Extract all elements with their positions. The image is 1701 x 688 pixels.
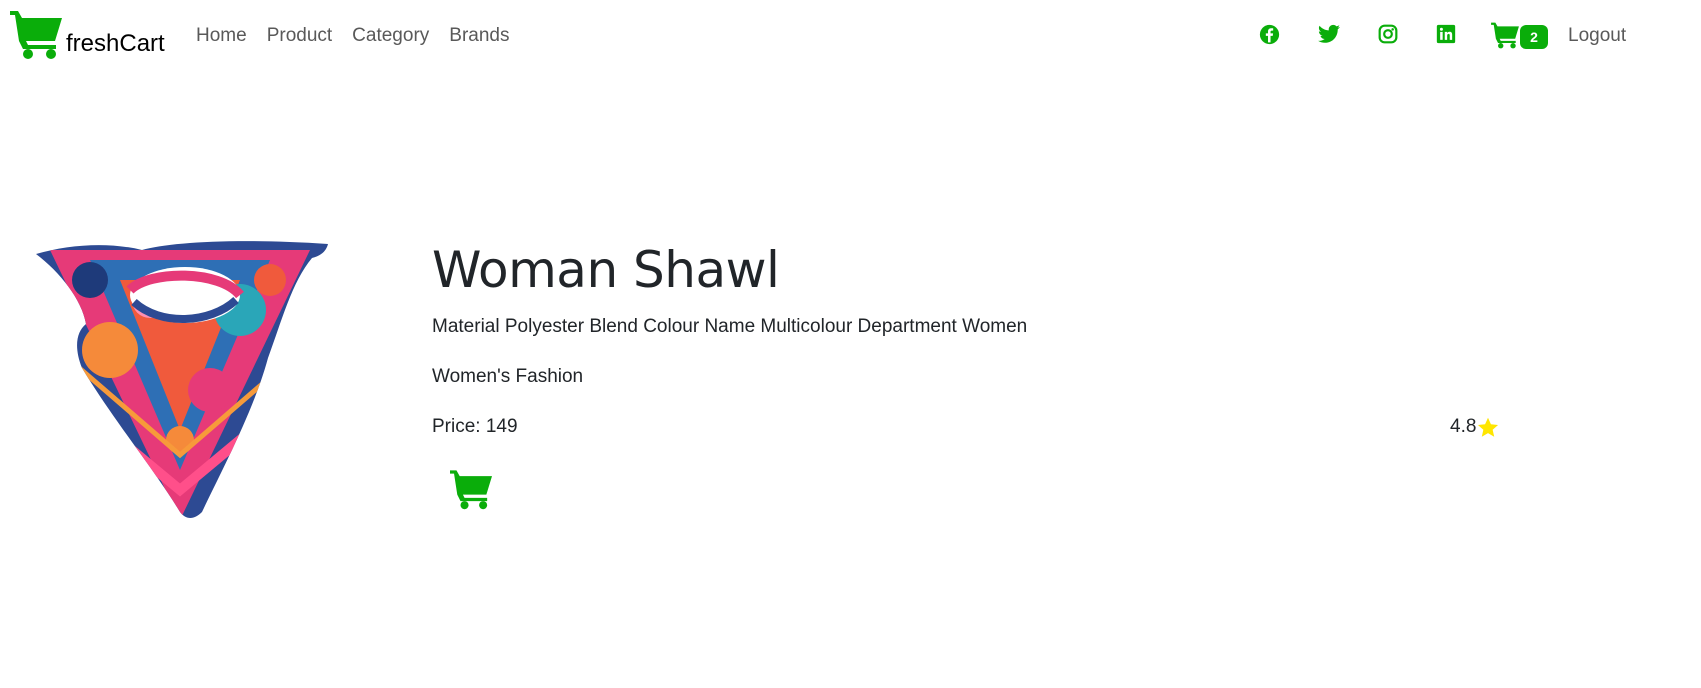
cart-count-badge: 2	[1520, 25, 1548, 49]
cart-icon	[10, 11, 62, 59]
brand-logo[interactable]: freshCart	[8, 8, 165, 60]
product-description: Material Polyester Blend Colour Name Mul…	[432, 316, 1028, 337]
nav-link-category[interactable]: Category	[352, 22, 429, 50]
nav-link-home[interactable]: Home	[196, 22, 247, 50]
nav-link-product[interactable]: Product	[267, 22, 332, 50]
brand-name: freshCart	[66, 30, 165, 57]
cart-icon	[1491, 22, 1519, 49]
instagram-icon[interactable]	[1376, 22, 1400, 46]
facebook-icon[interactable]	[1257, 22, 1281, 46]
logout-link[interactable]: Logout	[1568, 22, 1626, 50]
product-category: Women's Fashion	[432, 366, 584, 387]
nav-link-brands[interactable]: Brands	[449, 22, 509, 50]
cart-icon	[450, 470, 492, 510]
cart-button[interactable]: 2	[1490, 19, 1550, 53]
twitter-icon[interactable]	[1317, 22, 1341, 46]
product-image	[36, 241, 328, 518]
add-to-cart-button[interactable]	[448, 468, 494, 510]
nav-links: Home Product Category Brands	[196, 22, 509, 50]
product-details: Woman Shawl Material Polyester Blend Col…	[432, 240, 1512, 510]
navbar: freshCart Home Product Category Brands 2…	[0, 0, 1701, 72]
product-price: Price: 149	[432, 416, 518, 437]
product-rating: 4.8	[1450, 414, 1499, 440]
star-icon	[1478, 417, 1499, 437]
linkedin-icon[interactable]	[1434, 22, 1458, 46]
price-row: Price: 149 4.8	[432, 414, 1512, 440]
rating-value: 4.8	[1450, 416, 1477, 437]
product-title: Woman Shawl	[432, 241, 780, 299]
